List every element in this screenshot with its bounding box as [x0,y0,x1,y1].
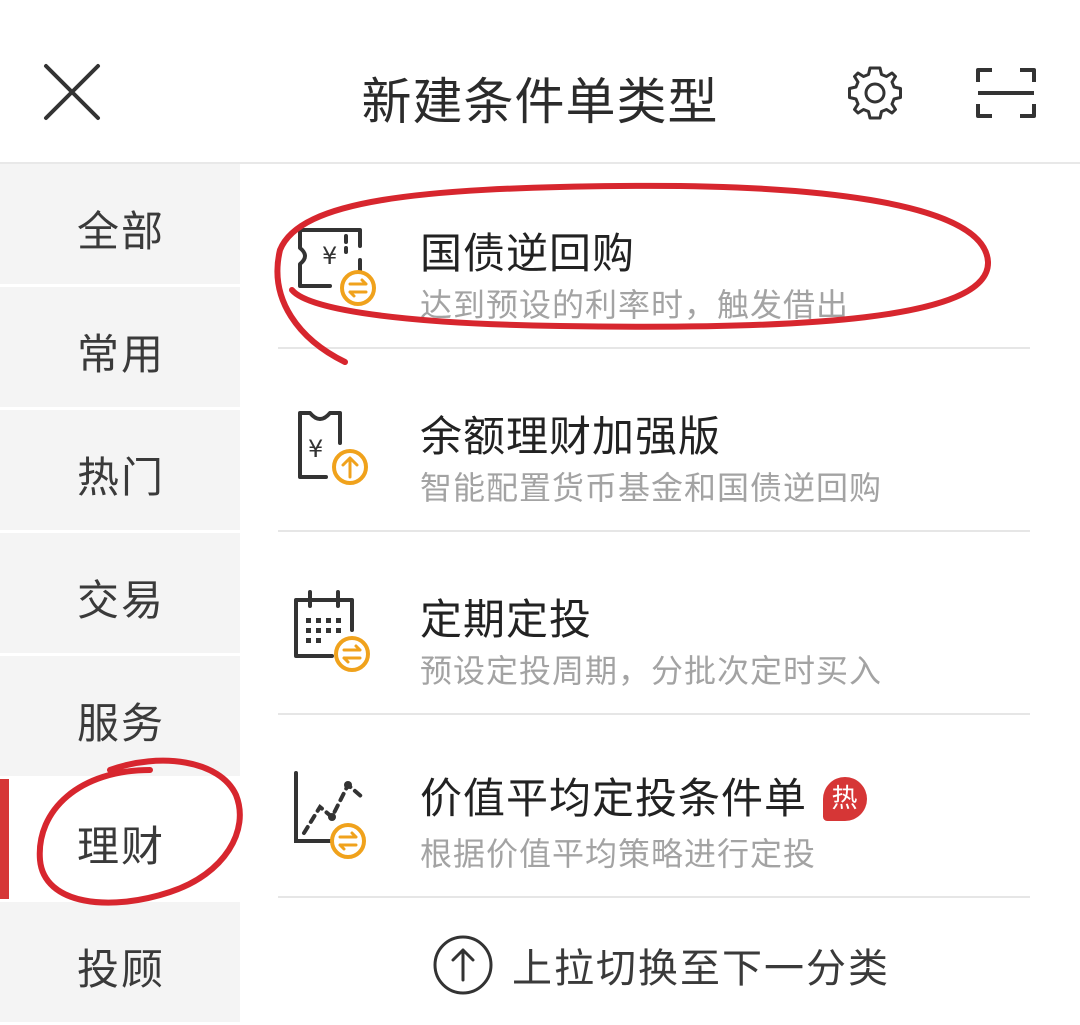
svg-text:¥: ¥ [308,435,323,463]
scan-icon[interactable] [974,64,1038,122]
list-item-balance-plus[interactable]: ¥ 余额理财加强版 智能配置货币基金和国债逆回购 [278,347,1030,532]
repo-ticket-icon: ¥ [298,228,376,306]
sidebar-item-label: 投顾 [77,945,166,994]
pull-hint-text: 上拉切换至下一分类 [512,946,890,992]
sidebar-item-label: 常用 [77,330,166,379]
item-subtitle: 达到预设的利率时，触发借出 [420,286,850,324]
sidebar-item-label: 热门 [77,453,166,502]
sidebar-item-common[interactable]: 常用 [0,287,240,410]
sidebar-item-hot[interactable]: 热门 [0,410,240,533]
page-title: 新建条件单类型 [361,73,719,131]
sidebar-item-label: 理财 [77,822,166,871]
svg-text:¥: ¥ [322,242,337,270]
top-bar: 新建条件单类型 [0,0,1080,164]
item-title: 定期定投 [420,595,593,644]
yuan-upgrade-icon: ¥ [298,411,368,485]
item-subtitle: 预设定投周期，分批次定时买入 [420,652,883,690]
list-item-value-averaging[interactable]: 价值平均定投条件单热 根据价值平均策略进行定投 [278,713,1030,898]
chart-line-icon [294,771,366,859]
arrow-up-circle-icon [433,935,493,995]
item-subtitle: 智能配置货币基金和国债逆回购 [420,469,883,507]
item-subtitle: 根据价值平均策略进行定投 [420,835,817,873]
pull-to-next-category[interactable]: 上拉切换至下一分类 [240,930,1080,1000]
sidebar-item-label: 交易 [77,576,166,625]
sidebar-item-all[interactable]: 全部 [0,164,240,287]
sidebar-item-label: 全部 [77,207,166,256]
item-title: 余额理财加强版 [420,412,722,461]
item-title: 价值平均定投条件单热 [420,765,868,826]
list-item-scheduled-invest[interactable]: 定期定投 预设定投周期，分批次定时买入 [278,530,1030,715]
hot-badge: 热 [823,777,868,821]
gear-icon[interactable] [846,64,904,122]
sidebar-item-trade[interactable]: 交易 [0,533,240,656]
calendar-icon [294,590,370,672]
item-title-text: 价值平均定投条件单 [420,774,808,823]
sidebar-item-advisor[interactable]: 投顾 [0,902,240,1025]
sidebar-item-label: 服务 [77,699,166,748]
sidebar-item-service[interactable]: 服务 [0,656,240,779]
item-title: 国债逆回购 [420,229,636,278]
list-item-repo[interactable]: ¥ 国债逆回购 达到预设的利率时，触发借出 [278,164,1030,349]
order-type-list: ¥ 国债逆回购 达到预设的利率时，触发借出 ¥ 余额理财加强版 智能配置货币基金… [240,164,1080,1008]
category-sidebar: 全部 常用 热门 交易 服务 理财 投顾 [0,164,240,1025]
sidebar-item-wealth[interactable]: 理财 [0,779,240,902]
